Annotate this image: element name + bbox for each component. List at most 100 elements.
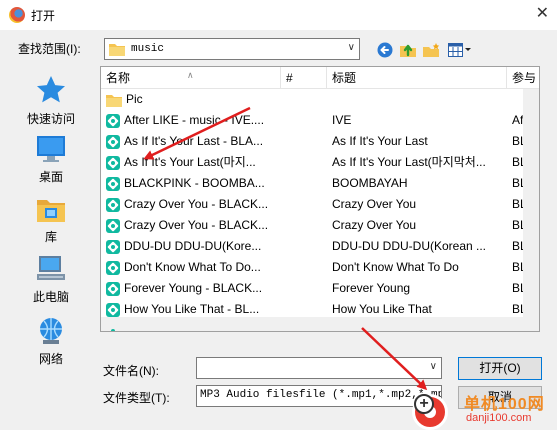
places-bar: 快速访问 桌面 库 此电脑 网络 <box>10 66 92 372</box>
table-row[interactable]: BLACKPINK - BOOMBA...BOOMBAYAHBLA <box>101 173 539 194</box>
open-button[interactable]: 打开(O) <box>458 357 542 380</box>
up-folder-button[interactable] <box>398 40 418 60</box>
place-quick-access[interactable]: 快速访问 <box>10 74 92 127</box>
window-title: 打开 <box>31 8 56 23</box>
sort-up-icon: ∧ <box>187 70 194 80</box>
table-row[interactable]: Crazy Over You - BLACK...Crazy Over YouB… <box>101 215 539 236</box>
plus-icon: + <box>414 394 434 414</box>
back-arrow-icon <box>377 42 393 58</box>
row-name-cell: Don't Know What To Do... <box>106 257 278 278</box>
column-header-artist[interactable]: 参与 <box>507 67 539 89</box>
app-icon <box>9 7 25 23</box>
place-label: 库 <box>44 230 57 244</box>
row-name-cell: BLACKPINK - BOOMBA... <box>106 173 278 194</box>
row-name-cell: Pic <box>106 89 278 110</box>
table-row[interactable]: As If It's Your Last - BLA... As If It's … <box>101 131 539 152</box>
row-name-cell: Crazy Over You - BLACK... <box>106 215 278 236</box>
folder-icon <box>109 44 125 56</box>
vertical-scrollbar[interactable] <box>523 89 539 319</box>
place-desktop[interactable]: 桌面 <box>10 134 92 185</box>
horizontal-scrollbar[interactable] <box>101 317 539 331</box>
file-name: As If It's Your Last(마지... <box>124 155 256 169</box>
audio-file-icon <box>106 239 120 254</box>
filetype-value: MP3 Audio filesfile (*.mp1,*.mp2,*.mp3) <box>200 389 442 401</box>
table-row[interactable]: As If It's Your Last(마지... As If It's You… <box>101 152 539 173</box>
file-title: As If It's Your Last(마지막처... <box>332 155 486 169</box>
column-header-name[interactable]: 名称 ∧ <box>101 67 281 89</box>
watermark-brand: 单机100网 <box>464 396 545 413</box>
lookin-label: 查找范围(I): <box>18 42 81 56</box>
audio-file-icon <box>106 302 120 317</box>
file-title: DDU-DU DDU-DU(Korean ... <box>332 239 487 253</box>
file-title: Crazy Over You <box>332 197 417 211</box>
file-name: Pic <box>126 92 143 106</box>
filetype-label: 文件类型(T): <box>103 391 170 405</box>
file-title: IVE <box>332 113 352 127</box>
audio-file-icon <box>106 155 120 170</box>
list-header: 名称 ∧ # 标题 参与 <box>101 67 539 89</box>
folder-row[interactable]: Pic <box>101 89 539 110</box>
row-name-cell: Crazy Over You - BLACK... <box>106 194 278 215</box>
file-name: DDU-DU DDU-DU(Kore... <box>124 239 262 253</box>
close-icon[interactable]: ✕ <box>536 6 549 22</box>
chevron-down-icon: ∨ <box>429 361 437 372</box>
audio-file-icon <box>106 218 120 233</box>
audio-file-icon <box>106 281 120 296</box>
star-icon <box>37 76 65 103</box>
desktop-icon <box>37 136 65 162</box>
watermark-site: danji100.com <box>466 412 532 424</box>
up-folder-icon <box>400 44 416 57</box>
title-bar: 打开 ✕ <box>0 0 557 30</box>
audio-file-icon <box>106 197 120 212</box>
audio-file-icon <box>106 113 120 128</box>
place-this-pc[interactable]: 此电脑 <box>10 254 92 305</box>
file-name: Crazy Over You - BLACK... <box>124 197 269 211</box>
back-button[interactable] <box>375 40 395 60</box>
place-library[interactable]: 库 <box>10 194 92 245</box>
lookin-dropdown[interactable]: music ∨ <box>104 38 360 60</box>
table-row[interactable]: Don't Know What To Do... Don't Know What … <box>101 257 539 278</box>
row-name-cell: After LIKE - music - IVE.... <box>106 110 278 131</box>
new-folder-button[interactable] <box>421 40 441 60</box>
table-row[interactable]: Forever Young - BLACK...Forever YoungBLA <box>101 278 539 299</box>
computer-icon <box>37 256 65 280</box>
view-menu-button[interactable] <box>446 40 474 60</box>
place-label: 桌面 <box>38 170 63 184</box>
row-name-cell: As If It's Your Last(마지... <box>106 152 278 173</box>
filetype-select[interactable]: MP3 Audio filesfile (*.mp1,*.mp2,*.mp3) <box>196 385 442 407</box>
watermark: + 单机100网 danji100.com <box>412 388 557 430</box>
filename-label: 文件名(N): <box>103 364 159 378</box>
new-folder-icon <box>423 43 440 57</box>
filename-input[interactable]: ∨ <box>196 357 442 379</box>
place-label: 快速访问 <box>26 112 75 126</box>
audio-file-icon <box>106 260 120 275</box>
list-rows: PicAfter LIKE - music - IVE....IVEAfteAs… <box>101 89 539 331</box>
lookin-value: music <box>131 43 165 55</box>
file-name: BLACKPINK - BOOMBA... <box>124 176 265 190</box>
file-name: Don't Know What To Do... <box>124 260 261 274</box>
table-row[interactable]: Crazy Over You - BLACK...Crazy Over YouB… <box>101 194 539 215</box>
table-row[interactable]: After LIKE - music - IVE....IVEAfte <box>101 110 539 131</box>
file-name: Crazy Over You - BLACK... <box>124 218 269 232</box>
column-header-title[interactable]: 标题 <box>327 67 507 89</box>
library-icon <box>37 200 65 222</box>
file-title: Forever Young <box>332 281 411 295</box>
file-name: As If It's Your Last - BLA... <box>124 134 264 148</box>
audio-file-icon <box>106 134 120 149</box>
file-title: As If It's Your Last <box>332 134 428 148</box>
file-list[interactable]: 名称 ∧ # 标题 参与 Pic After LIKE - music - IVE… <box>100 66 540 332</box>
place-label: 网络 <box>38 352 63 366</box>
table-row[interactable]: DDU-DU DDU-DU(Kore... DDU-DU DDU-DU(Korea… <box>101 236 539 257</box>
column-header-number[interactable]: # <box>281 67 327 89</box>
row-name-cell: As If It's Your Last - BLA... <box>106 131 278 152</box>
file-title: Crazy Over You <box>332 218 417 232</box>
network-icon <box>40 318 62 344</box>
file-title: Don't Know What To Do <box>332 260 459 274</box>
view-grid-icon <box>448 43 471 57</box>
row-name-cell: DDU-DU DDU-DU(Kore... <box>106 236 278 257</box>
chevron-down-icon: ∨ <box>347 42 355 53</box>
place-network[interactable]: 网络 <box>10 316 92 367</box>
file-name: Forever Young - BLACK... <box>124 281 263 295</box>
audio-file-icon <box>106 176 120 191</box>
place-label: 此电脑 <box>32 290 69 304</box>
